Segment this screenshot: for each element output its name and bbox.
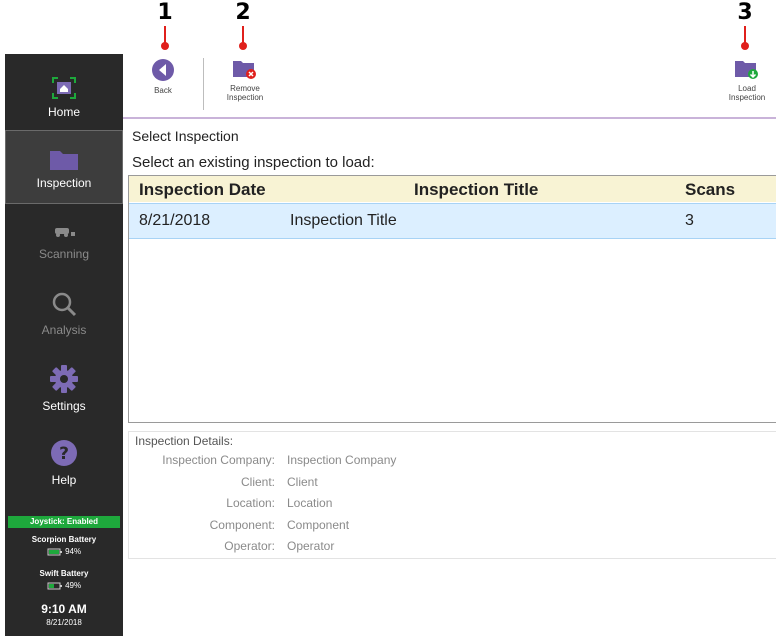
folder-remove-icon: [233, 61, 256, 79]
scorpion-battery-status: 94%: [5, 547, 123, 556]
row-title: Inspection Title: [290, 212, 397, 229]
sidebar-item-label: Help: [51, 473, 77, 487]
sidebar-item-label: Analysis: [41, 323, 87, 337]
callout-dot: [161, 42, 169, 50]
swift-battery-status: 49%: [5, 581, 123, 590]
sidebar: Home Inspection Scanning Analysis Settin…: [5, 54, 123, 636]
scorpion-battery-value: 94%: [65, 547, 82, 556]
detail-value-client: Client: [287, 475, 318, 489]
inspection-details: Inspection Details: Inspection Company: …: [128, 431, 776, 559]
detail-value-company: Inspection Company: [287, 453, 397, 467]
page-title: Select Inspection: [132, 128, 239, 144]
callout-number: 1: [157, 0, 173, 25]
sidebar-item-label: Settings: [42, 399, 86, 413]
load-label-line1: Load: [738, 84, 756, 93]
clock-date: 8/21/2018: [46, 618, 82, 627]
select-prompt: Select an existing inspection to load:: [132, 154, 375, 171]
scorpion-battery-label: Scorpion Battery: [31, 535, 97, 544]
sidebar-item-help[interactable]: ? Help: [5, 438, 123, 487]
sidebar-item-label: Scanning: [38, 247, 90, 261]
detail-value-operator: Operator: [287, 539, 335, 553]
detail-value-component: Component: [287, 518, 350, 532]
detail-label-location: Location:: [226, 496, 275, 510]
row-scans: 3: [685, 212, 694, 229]
sidebar-item-analysis[interactable]: Analysis: [5, 290, 123, 337]
battery-icon: [47, 548, 62, 556]
detail-label-client: Client:: [240, 475, 275, 489]
callout-3: 3: [730, 0, 760, 50]
table-row[interactable]: 8/21/2018 Inspection Title 3: [129, 203, 776, 239]
magnifier-icon: [52, 292, 77, 317]
remove-inspection-button[interactable]: Remove Inspection: [215, 54, 275, 102]
sidebar-item-label: Home: [47, 105, 80, 119]
joystick-status: Joystick: Enabled: [8, 516, 120, 528]
folder-load-icon: [735, 61, 758, 79]
remove-label-line1: Remove: [230, 84, 260, 93]
battery-icon: [47, 582, 62, 590]
row-date: 8/21/2018: [139, 212, 211, 229]
callout-dot: [741, 42, 749, 50]
column-header-title[interactable]: Inspection Title: [414, 180, 538, 200]
back-button[interactable]: Back: [141, 54, 185, 95]
svg-text:?: ?: [59, 444, 69, 464]
inspection-list[interactable]: Inspection Date Inspection Title Scans 8…: [128, 175, 776, 423]
column-header-scans[interactable]: Scans: [685, 180, 735, 200]
swift-battery-label: Swift Battery: [39, 569, 89, 578]
detail-label-company: Inspection Company:: [162, 453, 275, 467]
detail-label-operator: Operator:: [224, 539, 275, 553]
table-header: Inspection Date Inspection Title Scans: [129, 176, 776, 202]
sidebar-item-inspection[interactable]: Inspection: [5, 130, 123, 204]
column-header-date[interactable]: Inspection Date: [139, 180, 266, 200]
folder-icon: [50, 151, 78, 170]
callout-number: 2: [235, 0, 251, 25]
back-arrow-icon: [152, 59, 174, 81]
load-label-line2: Inspection: [728, 93, 766, 102]
callout-dot: [239, 42, 247, 50]
sidebar-item-scanning[interactable]: Scanning: [5, 222, 123, 261]
load-inspection-button[interactable]: Load Inspection: [720, 54, 774, 102]
toolbar: Back Remove Inspection Load Inspection: [123, 54, 776, 119]
detail-label-component: Component:: [209, 518, 275, 532]
clock-time: 9:10 AM: [41, 602, 87, 616]
callout-1: 1: [150, 0, 180, 50]
home-icon: [52, 77, 76, 99]
gear-icon: [50, 365, 78, 393]
sidebar-item-home[interactable]: Home: [5, 76, 123, 119]
callout-number: 3: [737, 0, 753, 25]
callout-2: 2: [228, 0, 258, 50]
detail-value-location: Location: [287, 496, 333, 510]
sidebar-item-label: Inspection: [36, 176, 92, 190]
question-icon: ?: [51, 440, 77, 466]
details-heading: Inspection Details:: [135, 434, 234, 448]
remove-label-line2: Inspection: [226, 93, 264, 102]
sidebar-item-settings[interactable]: Settings: [5, 364, 123, 413]
swift-battery-value: 49%: [65, 581, 82, 590]
back-label: Back: [154, 86, 172, 95]
scanner-icon: [55, 228, 75, 237]
toolbar-divider: [203, 58, 204, 110]
